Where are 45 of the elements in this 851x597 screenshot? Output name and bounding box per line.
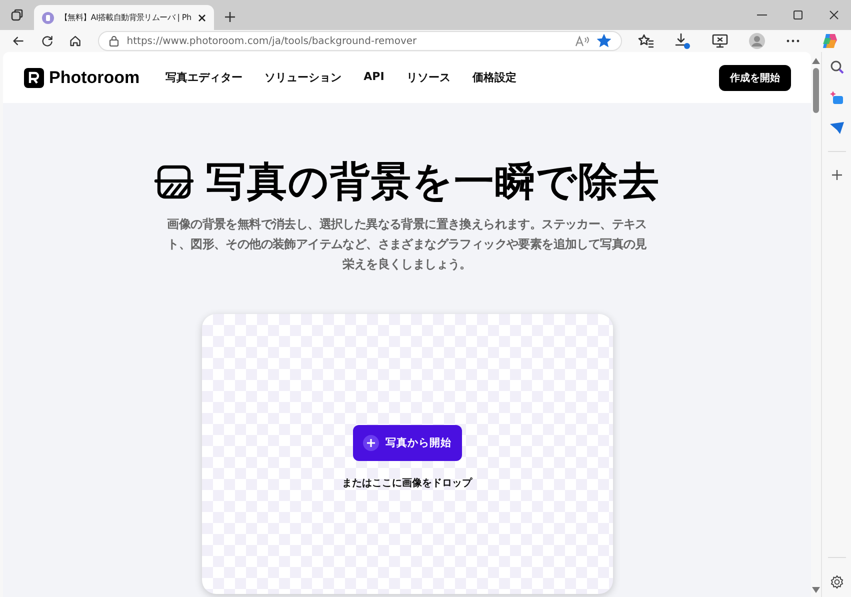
start-creating-button[interactable]: 作成を開始 <box>719 64 792 90</box>
home-icon[interactable] <box>69 34 82 48</box>
sparkle-shapes-icon[interactable] <box>830 91 844 105</box>
lock-icon <box>108 35 119 47</box>
start-from-photo-button[interactable]: 写真から開始 <box>352 425 462 461</box>
screen-icon[interactable] <box>712 34 728 48</box>
reload-icon[interactable] <box>40 34 54 48</box>
upload-area[interactable]: 写真から開始 またはここに画像をドロップ <box>202 314 613 594</box>
drop-hint: またはここに画像をドロップ <box>342 476 472 490</box>
paper-plane-icon[interactable] <box>830 122 844 134</box>
logo-text[interactable]: Photoroom <box>49 68 140 88</box>
plus-icon <box>362 435 379 451</box>
scroll-up-icon[interactable] <box>812 58 820 64</box>
logo-icon <box>24 68 44 88</box>
scroll-down-icon[interactable] <box>812 587 820 593</box>
favorites-list-icon[interactable] <box>638 34 654 48</box>
browser-tab[interactable]: 【無料】AI搭載自動背景リムーバ | Ph <box>34 5 214 30</box>
new-tab-icon[interactable] <box>224 11 236 23</box>
nav-link[interactable]: ソリューション <box>264 70 342 85</box>
copilot-icon[interactable] <box>820 32 839 50</box>
download-icon[interactable] <box>674 33 691 49</box>
close-icon[interactable] <box>197 12 208 22</box>
avatar-icon[interactable] <box>748 33 765 49</box>
back-icon[interactable] <box>12 34 25 48</box>
nav-link[interactable]: リソース <box>406 70 450 85</box>
nav-link[interactable]: 写真エディター <box>166 70 243 85</box>
workspaces-icon[interactable] <box>10 8 24 22</box>
eraser-icon <box>154 164 194 200</box>
scroll-thumb[interactable] <box>813 68 820 113</box>
hero-title: 写真の背景を一瞬で除去 <box>206 158 660 207</box>
url-text: https://www.photoroom.com/ja/tools/background-remover <box>126 36 417 46</box>
more-icon[interactable] <box>786 39 800 43</box>
tab-title: 【無料】AI搭載自動背景リムーバ | Ph <box>60 12 192 23</box>
settings-icon[interactable] <box>830 575 844 589</box>
favicon-icon <box>42 12 54 24</box>
read-aloud-icon[interactable] <box>574 35 589 47</box>
close-icon[interactable] <box>829 10 839 20</box>
address-bar[interactable]: https://www.photoroom.com/ja/tools/background-remover <box>98 31 622 51</box>
add-icon[interactable] <box>830 169 843 181</box>
nav-link[interactable]: API <box>364 70 384 85</box>
maximize-icon[interactable] <box>793 10 803 20</box>
hero-description: 画像の背景を無料で消去し、選択した異なる背景に置き換えられます。ステッカー、テキスト、図形、その他の装飾アイテムなど、さまざまなグラフィックや要素を追加して写真の見栄えを良くしましょう。 <box>166 216 648 273</box>
favorite-star-icon[interactable] <box>596 34 611 48</box>
search-icon[interactable] <box>830 60 844 74</box>
nav-link[interactable]: 価格設定 <box>472 70 516 85</box>
